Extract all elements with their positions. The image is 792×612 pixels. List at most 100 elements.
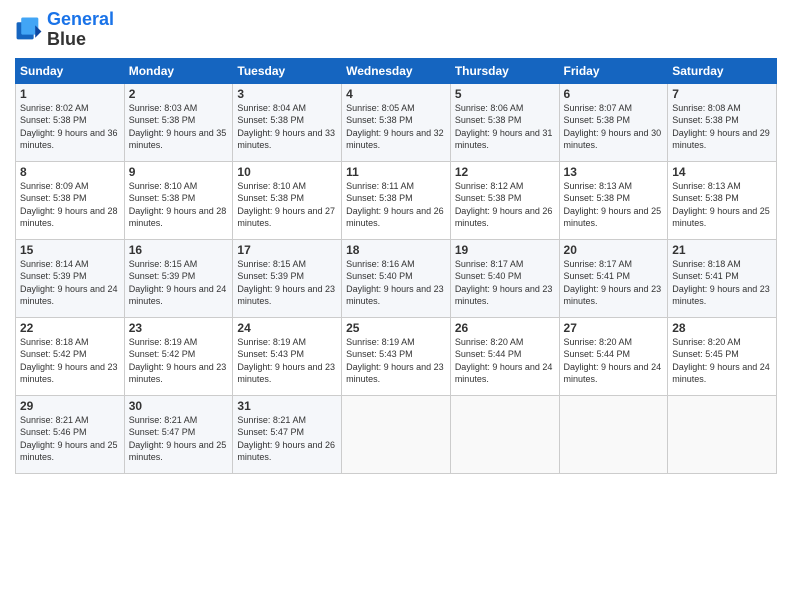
day-number: 15: [20, 243, 120, 257]
calendar-day-header: Sunday: [16, 58, 125, 83]
calendar-cell: 20 Sunrise: 8:17 AM Sunset: 5:41 PM Dayl…: [559, 239, 668, 317]
day-info: Sunrise: 8:13 AM Sunset: 5:38 PM Dayligh…: [672, 180, 772, 230]
calendar-cell: 9 Sunrise: 8:10 AM Sunset: 5:38 PM Dayli…: [124, 161, 233, 239]
calendar-day-header: Monday: [124, 58, 233, 83]
day-info: Sunrise: 8:10 AM Sunset: 5:38 PM Dayligh…: [237, 180, 337, 230]
calendar-day-header: Wednesday: [342, 58, 451, 83]
day-number: 9: [129, 165, 229, 179]
calendar-cell: 18 Sunrise: 8:16 AM Sunset: 5:40 PM Dayl…: [342, 239, 451, 317]
calendar-cell: 26 Sunrise: 8:20 AM Sunset: 5:44 PM Dayl…: [450, 317, 559, 395]
calendar-cell: 16 Sunrise: 8:15 AM Sunset: 5:39 PM Dayl…: [124, 239, 233, 317]
day-info: Sunrise: 8:16 AM Sunset: 5:40 PM Dayligh…: [346, 258, 446, 308]
calendar-cell: 11 Sunrise: 8:11 AM Sunset: 5:38 PM Dayl…: [342, 161, 451, 239]
calendar-cell: [342, 395, 451, 473]
calendar-cell: 1 Sunrise: 8:02 AM Sunset: 5:38 PM Dayli…: [16, 83, 125, 161]
day-info: Sunrise: 8:20 AM Sunset: 5:44 PM Dayligh…: [564, 336, 664, 386]
day-number: 26: [455, 321, 555, 335]
day-number: 17: [237, 243, 337, 257]
day-info: Sunrise: 8:19 AM Sunset: 5:43 PM Dayligh…: [237, 336, 337, 386]
day-info: Sunrise: 8:21 AM Sunset: 5:47 PM Dayligh…: [237, 414, 337, 464]
calendar-cell: [559, 395, 668, 473]
calendar-cell: 2 Sunrise: 8:03 AM Sunset: 5:38 PM Dayli…: [124, 83, 233, 161]
calendar-cell: 5 Sunrise: 8:06 AM Sunset: 5:38 PM Dayli…: [450, 83, 559, 161]
calendar-day-header: Friday: [559, 58, 668, 83]
day-info: Sunrise: 8:15 AM Sunset: 5:39 PM Dayligh…: [237, 258, 337, 308]
day-number: 6: [564, 87, 664, 101]
day-number: 18: [346, 243, 446, 257]
day-number: 29: [20, 399, 120, 413]
logo-text-block: General Blue: [47, 10, 114, 50]
day-number: 8: [20, 165, 120, 179]
day-number: 23: [129, 321, 229, 335]
calendar-cell: 27 Sunrise: 8:20 AM Sunset: 5:44 PM Dayl…: [559, 317, 668, 395]
calendar-cell: [450, 395, 559, 473]
logo-icon: [15, 16, 43, 44]
calendar-cell: 12 Sunrise: 8:12 AM Sunset: 5:38 PM Dayl…: [450, 161, 559, 239]
calendar-header-row: SundayMondayTuesdayWednesdayThursdayFrid…: [16, 58, 777, 83]
calendar-cell: 24 Sunrise: 8:19 AM Sunset: 5:43 PM Dayl…: [233, 317, 342, 395]
calendar-cell: [668, 395, 777, 473]
day-info: Sunrise: 8:21 AM Sunset: 5:46 PM Dayligh…: [20, 414, 120, 464]
day-info: Sunrise: 8:19 AM Sunset: 5:43 PM Dayligh…: [346, 336, 446, 386]
day-number: 20: [564, 243, 664, 257]
page-header: General Blue: [15, 10, 777, 50]
day-info: Sunrise: 8:04 AM Sunset: 5:38 PM Dayligh…: [237, 102, 337, 152]
day-info: Sunrise: 8:05 AM Sunset: 5:38 PM Dayligh…: [346, 102, 446, 152]
day-number: 30: [129, 399, 229, 413]
day-number: 3: [237, 87, 337, 101]
day-number: 2: [129, 87, 229, 101]
day-number: 19: [455, 243, 555, 257]
logo: General Blue: [15, 10, 114, 50]
day-number: 5: [455, 87, 555, 101]
calendar-cell: 22 Sunrise: 8:18 AM Sunset: 5:42 PM Dayl…: [16, 317, 125, 395]
day-info: Sunrise: 8:20 AM Sunset: 5:44 PM Dayligh…: [455, 336, 555, 386]
logo-line1: General: [47, 10, 114, 30]
day-info: Sunrise: 8:07 AM Sunset: 5:38 PM Dayligh…: [564, 102, 664, 152]
calendar-week-row: 22 Sunrise: 8:18 AM Sunset: 5:42 PM Dayl…: [16, 317, 777, 395]
day-info: Sunrise: 8:14 AM Sunset: 5:39 PM Dayligh…: [20, 258, 120, 308]
calendar-day-header: Saturday: [668, 58, 777, 83]
day-number: 16: [129, 243, 229, 257]
calendar-cell: 6 Sunrise: 8:07 AM Sunset: 5:38 PM Dayli…: [559, 83, 668, 161]
day-info: Sunrise: 8:19 AM Sunset: 5:42 PM Dayligh…: [129, 336, 229, 386]
day-info: Sunrise: 8:02 AM Sunset: 5:38 PM Dayligh…: [20, 102, 120, 152]
calendar-day-header: Thursday: [450, 58, 559, 83]
calendar-week-row: 29 Sunrise: 8:21 AM Sunset: 5:46 PM Dayl…: [16, 395, 777, 473]
day-info: Sunrise: 8:13 AM Sunset: 5:38 PM Dayligh…: [564, 180, 664, 230]
day-info: Sunrise: 8:03 AM Sunset: 5:38 PM Dayligh…: [129, 102, 229, 152]
calendar-cell: 21 Sunrise: 8:18 AM Sunset: 5:41 PM Dayl…: [668, 239, 777, 317]
calendar-day-header: Tuesday: [233, 58, 342, 83]
calendar-cell: 28 Sunrise: 8:20 AM Sunset: 5:45 PM Dayl…: [668, 317, 777, 395]
calendar-cell: 13 Sunrise: 8:13 AM Sunset: 5:38 PM Dayl…: [559, 161, 668, 239]
day-number: 31: [237, 399, 337, 413]
day-info: Sunrise: 8:06 AM Sunset: 5:38 PM Dayligh…: [455, 102, 555, 152]
calendar-cell: 31 Sunrise: 8:21 AM Sunset: 5:47 PM Dayl…: [233, 395, 342, 473]
day-info: Sunrise: 8:09 AM Sunset: 5:38 PM Dayligh…: [20, 180, 120, 230]
day-number: 25: [346, 321, 446, 335]
calendar-table: SundayMondayTuesdayWednesdayThursdayFrid…: [15, 58, 777, 474]
calendar-cell: 19 Sunrise: 8:17 AM Sunset: 5:40 PM Dayl…: [450, 239, 559, 317]
day-info: Sunrise: 8:11 AM Sunset: 5:38 PM Dayligh…: [346, 180, 446, 230]
day-info: Sunrise: 8:21 AM Sunset: 5:47 PM Dayligh…: [129, 414, 229, 464]
calendar-cell: 10 Sunrise: 8:10 AM Sunset: 5:38 PM Dayl…: [233, 161, 342, 239]
logo-line2: Blue: [47, 30, 114, 50]
calendar-cell: 8 Sunrise: 8:09 AM Sunset: 5:38 PM Dayli…: [16, 161, 125, 239]
day-number: 10: [237, 165, 337, 179]
day-info: Sunrise: 8:12 AM Sunset: 5:38 PM Dayligh…: [455, 180, 555, 230]
day-info: Sunrise: 8:08 AM Sunset: 5:38 PM Dayligh…: [672, 102, 772, 152]
day-number: 24: [237, 321, 337, 335]
day-number: 14: [672, 165, 772, 179]
day-number: 4: [346, 87, 446, 101]
calendar-cell: 25 Sunrise: 8:19 AM Sunset: 5:43 PM Dayl…: [342, 317, 451, 395]
day-number: 7: [672, 87, 772, 101]
day-number: 12: [455, 165, 555, 179]
day-info: Sunrise: 8:18 AM Sunset: 5:41 PM Dayligh…: [672, 258, 772, 308]
day-number: 1: [20, 87, 120, 101]
day-info: Sunrise: 8:15 AM Sunset: 5:39 PM Dayligh…: [129, 258, 229, 308]
calendar-cell: 30 Sunrise: 8:21 AM Sunset: 5:47 PM Dayl…: [124, 395, 233, 473]
calendar-cell: 23 Sunrise: 8:19 AM Sunset: 5:42 PM Dayl…: [124, 317, 233, 395]
day-number: 27: [564, 321, 664, 335]
day-number: 13: [564, 165, 664, 179]
calendar-week-row: 8 Sunrise: 8:09 AM Sunset: 5:38 PM Dayli…: [16, 161, 777, 239]
calendar-week-row: 1 Sunrise: 8:02 AM Sunset: 5:38 PM Dayli…: [16, 83, 777, 161]
